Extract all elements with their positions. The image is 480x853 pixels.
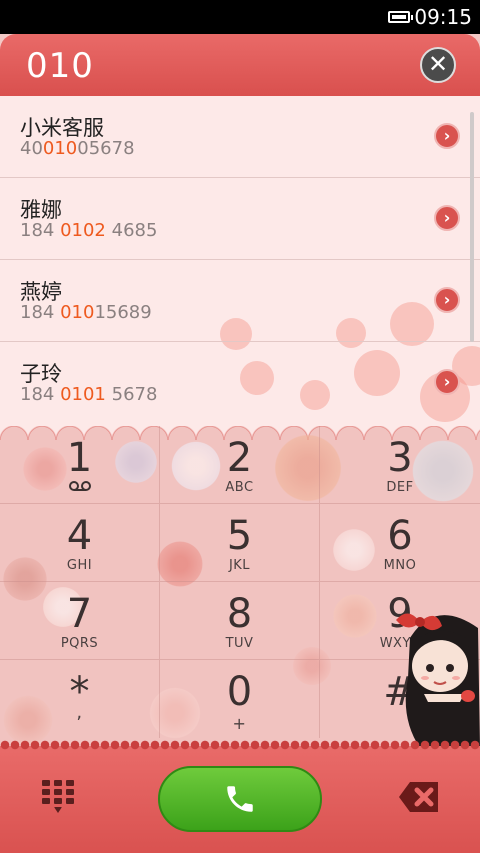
key-5[interactable]: 5 JKL bbox=[160, 504, 320, 582]
dialpad-toggle-icon[interactable] bbox=[42, 780, 76, 820]
key-0[interactable]: 0 + bbox=[160, 660, 320, 738]
battery-icon bbox=[388, 11, 414, 23]
chevron-right-icon[interactable]: › bbox=[434, 287, 460, 313]
contact-number: 184 01015689 bbox=[20, 302, 152, 323]
key-2[interactable]: 2 ABC bbox=[160, 426, 320, 504]
contact-row[interactable]: 燕婷 184 01015689 › bbox=[0, 260, 480, 342]
call-button[interactable] bbox=[158, 766, 322, 832]
contact-row[interactable]: 小米客服 4001005678 › bbox=[0, 96, 480, 178]
bottom-scallop-border bbox=[0, 740, 480, 750]
contact-row[interactable]: 雅娜 184 0102 4685 › bbox=[0, 178, 480, 260]
key-7[interactable]: 7 PQRS bbox=[0, 582, 160, 660]
chevron-right-icon[interactable]: › bbox=[434, 123, 460, 149]
key-1[interactable]: 1 bbox=[0, 426, 160, 504]
dial-query: 010 bbox=[26, 46, 94, 86]
list-scrollbar[interactable] bbox=[470, 112, 474, 342]
contact-number: 4001005678 bbox=[20, 138, 135, 159]
key-6[interactable]: 6 MNO bbox=[320, 504, 480, 582]
contact-row[interactable]: 子玲 184 0101 5678 › bbox=[0, 342, 480, 424]
key-3[interactable]: 3 DEF bbox=[320, 426, 480, 504]
voicemail-icon bbox=[0, 480, 159, 496]
phone-icon bbox=[227, 786, 253, 812]
backspace-icon[interactable] bbox=[398, 780, 440, 814]
key-star[interactable]: *, bbox=[0, 660, 160, 738]
contact-list: 小米客服 4001005678 › 雅娜 184 0102 4685 › 燕婷 … bbox=[0, 96, 480, 426]
key-8[interactable]: 8 TUV bbox=[160, 582, 320, 660]
girl-illustration bbox=[396, 613, 480, 748]
contact-number: 184 0101 5678 bbox=[20, 384, 158, 405]
status-time: 09:15 bbox=[414, 5, 472, 29]
dialer-header: 010 ✕ bbox=[0, 34, 480, 96]
contact-number: 184 0102 4685 bbox=[20, 220, 158, 241]
key-4[interactable]: 4 GHI bbox=[0, 504, 160, 582]
dialer-action-bar bbox=[0, 740, 480, 853]
status-bar: 09:15 bbox=[0, 0, 480, 34]
close-icon[interactable]: ✕ bbox=[420, 47, 456, 83]
chevron-right-icon[interactable]: › bbox=[434, 369, 460, 395]
chevron-right-icon[interactable]: › bbox=[434, 205, 460, 231]
